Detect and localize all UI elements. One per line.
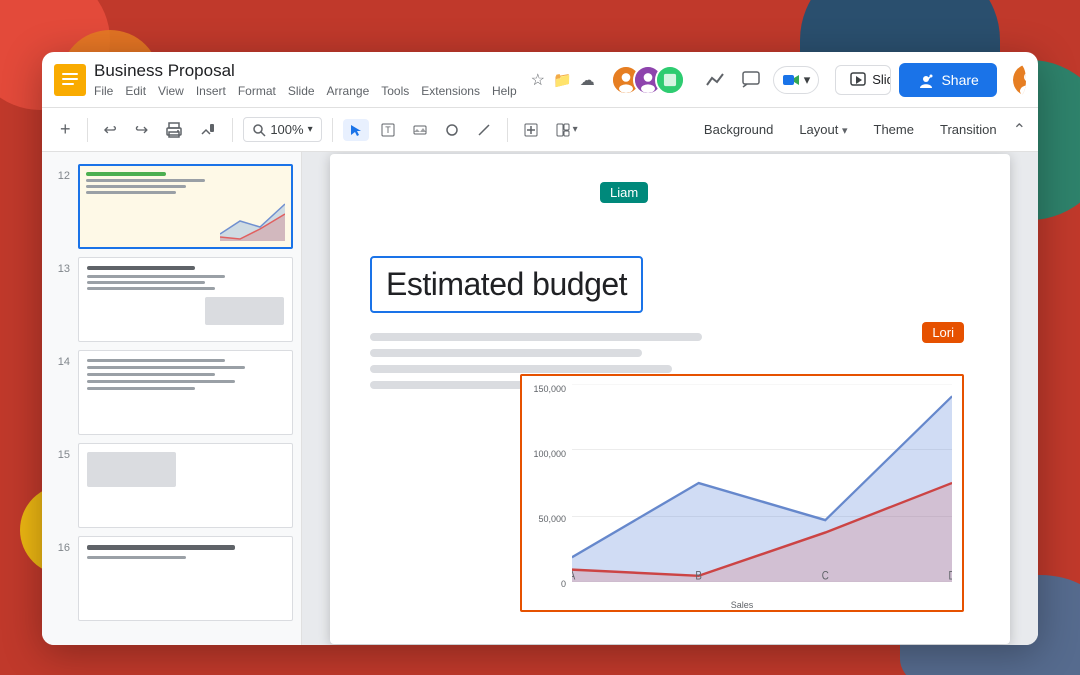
app-window: Business Proposal File Edit View Insert …	[42, 52, 1038, 645]
zoom-select[interactable]: 100% ▾	[243, 117, 321, 142]
print-button[interactable]	[160, 118, 188, 142]
menu-help[interactable]: Help	[492, 84, 517, 98]
y-label-150k: 150,000	[533, 384, 566, 394]
slide-item-16[interactable]: 16	[42, 532, 301, 625]
collapse-toolbar-button[interactable]: ⌃	[1013, 120, 1026, 140]
slide-thumb-14	[78, 350, 293, 435]
undo-button[interactable]: ↩	[98, 116, 123, 144]
content-line-2	[370, 349, 642, 357]
layout-button[interactable]: Layout ▾	[789, 118, 857, 141]
layout-type-select[interactable]: ▾	[550, 119, 584, 141]
x-label-b: B	[695, 569, 701, 581]
menu-slide[interactable]: Slide	[288, 84, 315, 98]
slide-canvas: Liam Estimated budget Lori	[330, 154, 1010, 644]
cursor-label-liam: Liam	[600, 182, 648, 203]
slide-item-14[interactable]: 14	[42, 346, 301, 439]
header: Business Proposal File Edit View Insert …	[42, 52, 1038, 108]
svg-text:T: T	[385, 125, 391, 135]
slide-number-15: 15	[50, 443, 70, 461]
doc-title-area: Business Proposal File Edit View Insert …	[94, 61, 517, 97]
star-icon[interactable]: ☆	[531, 70, 545, 90]
avatar-3[interactable]	[655, 65, 685, 95]
title-icons: ☆ 📁 ☁	[531, 70, 595, 90]
menu-edit[interactable]: Edit	[125, 84, 146, 98]
select-tool[interactable]	[343, 119, 369, 141]
google-slides-logo	[54, 64, 86, 96]
cursor-label-lori: Lori	[922, 322, 964, 343]
slide-thumb-15	[78, 443, 293, 528]
main-content: 12	[42, 152, 1038, 645]
slide-number-16: 16	[50, 536, 70, 554]
slideshow-main[interactable]: Slideshow	[836, 66, 891, 94]
toolbar: + ↩ ↪ 100% ▾ T	[42, 108, 1038, 152]
menu-tools[interactable]: Tools	[381, 84, 409, 98]
cloud-icon[interactable]: ☁	[580, 71, 595, 89]
x-label-c: C	[822, 569, 829, 581]
slide-number-14: 14	[50, 350, 70, 368]
add-button[interactable]: +	[54, 115, 77, 144]
content-line-3	[370, 365, 672, 373]
x-label-a: A	[572, 569, 576, 581]
avatar-stack	[611, 65, 685, 95]
chart-icon[interactable]	[701, 66, 729, 94]
insert-button[interactable]	[518, 119, 544, 141]
slide-thumb-16	[78, 536, 293, 621]
menu-extensions[interactable]: Extensions	[421, 84, 480, 98]
share-button[interactable]: Share	[899, 63, 996, 97]
slide-thumb-12	[78, 164, 293, 249]
zoom-label: 100%	[270, 122, 303, 137]
slide-item-12[interactable]: 12	[42, 160, 301, 253]
chart-container[interactable]: 150,000 100,000 50,000 0	[520, 374, 964, 612]
y-label-50k: 50,000	[538, 514, 566, 524]
menu-file[interactable]: File	[94, 84, 113, 98]
menu-view[interactable]: View	[158, 84, 184, 98]
chart-svg-area: A B C D	[572, 384, 952, 582]
title-textbox[interactable]: Estimated budget	[370, 256, 643, 313]
title-text: Estimated budget	[386, 266, 627, 302]
divider-2	[232, 118, 233, 142]
slide-number-12: 12	[50, 164, 70, 182]
slide-thumb-13	[78, 257, 293, 342]
comment-icon[interactable]	[737, 66, 765, 94]
divider-3	[332, 118, 333, 142]
meet-button[interactable]: ▾	[773, 66, 820, 94]
y-label-100k: 100,000	[533, 449, 566, 459]
redo-button[interactable]: ↪	[129, 116, 154, 144]
menu-arrange[interactable]: Arrange	[327, 84, 370, 98]
slide-item-15[interactable]: 15	[42, 439, 301, 532]
user-avatar-button[interactable]	[1013, 64, 1026, 96]
zoom-arrow: ▾	[308, 124, 313, 135]
doc-menu-row: File Edit View Insert Format Slide Arran…	[94, 84, 517, 98]
divider-4	[507, 118, 508, 142]
transition-button[interactable]: Transition	[930, 118, 1007, 141]
slideshow-label: Slideshow	[872, 72, 891, 87]
header-action-icons: ▾	[701, 66, 820, 94]
theme-button[interactable]: Theme	[864, 118, 924, 141]
slide-panel: 12	[42, 152, 302, 645]
divider-1	[87, 118, 88, 142]
shape-tool[interactable]	[439, 119, 465, 141]
chart-svg: A B C D	[572, 384, 952, 582]
doc-title[interactable]: Business Proposal	[94, 61, 517, 81]
editor-area: Liam Estimated budget Lori	[302, 152, 1038, 645]
folder-icon[interactable]: 📁	[553, 71, 572, 89]
line-tool[interactable]	[471, 119, 497, 141]
y-label-0: 0	[561, 579, 566, 589]
header-avatars	[611, 65, 685, 95]
slide-number-13: 13	[50, 257, 70, 275]
menu-format[interactable]: Format	[238, 84, 276, 98]
slide-item-13[interactable]: 13	[42, 253, 301, 346]
chart-axis-title: Sales	[522, 600, 962, 610]
background-button[interactable]: Background	[694, 118, 783, 141]
share-label: Share	[941, 72, 978, 88]
chart-y-labels: 150,000 100,000 50,000 0	[522, 384, 572, 590]
layout-arrow: ▾	[842, 125, 848, 137]
slideshow-button[interactable]: Slideshow ▾	[835, 65, 891, 95]
x-label-d: D	[948, 569, 952, 581]
menu-insert[interactable]: Insert	[196, 84, 226, 98]
paint-format-button[interactable]	[194, 118, 222, 142]
image-tool[interactable]	[407, 119, 433, 141]
content-line-1	[370, 333, 702, 341]
text-tool[interactable]: T	[375, 119, 401, 141]
